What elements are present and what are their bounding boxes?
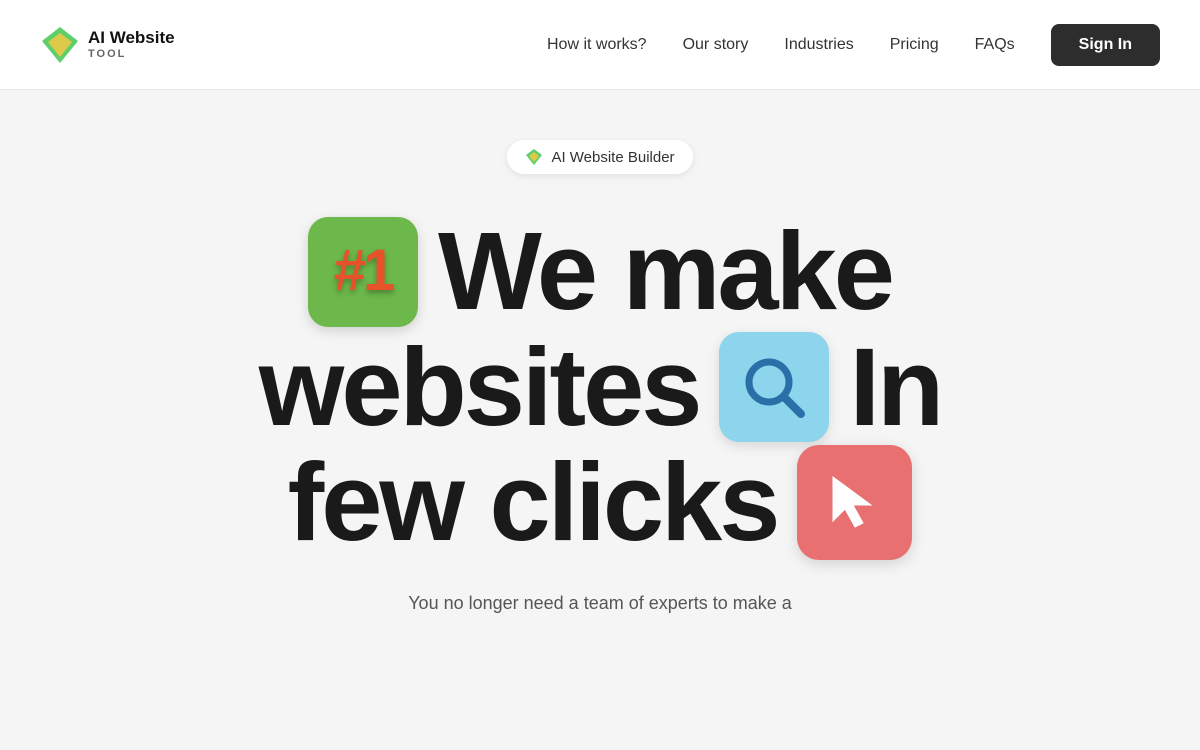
- header: AI Website TOOL How it works? Our story …: [0, 0, 1200, 90]
- nav-our-story[interactable]: Our story: [683, 36, 749, 54]
- hero-badge: AI Website Builder: [507, 140, 692, 174]
- heading-line-3: few clicks: [259, 445, 941, 561]
- heading-line-2: websites In: [259, 330, 941, 446]
- cursor-emoji: [797, 445, 912, 560]
- hero-section: AI Website Builder #1 We make websites I…: [0, 90, 1200, 750]
- search-emoji: [719, 332, 829, 442]
- nav-industries[interactable]: Industries: [784, 36, 853, 54]
- heading-line-1: #1 We make: [259, 214, 941, 330]
- sign-in-button[interactable]: Sign In: [1051, 24, 1160, 66]
- cursor-icon: [821, 469, 889, 537]
- logo-icon: [40, 25, 80, 65]
- search-icon: [739, 352, 809, 422]
- number-one-emoji: #1: [308, 217, 418, 327]
- main-nav: How it works? Our story Industries Prici…: [547, 24, 1160, 66]
- hero-subtext: You no longer need a team of experts to …: [408, 593, 792, 614]
- hero-heading: #1 We make websites In few clicks: [259, 214, 941, 561]
- nav-pricing[interactable]: Pricing: [890, 36, 939, 54]
- logo-text: AI Website TOOL: [88, 29, 175, 60]
- badge-diamond-icon: [525, 148, 543, 166]
- nav-how-it-works[interactable]: How it works?: [547, 36, 647, 54]
- logo[interactable]: AI Website TOOL: [40, 25, 175, 65]
- nav-faqs[interactable]: FAQs: [975, 36, 1015, 54]
